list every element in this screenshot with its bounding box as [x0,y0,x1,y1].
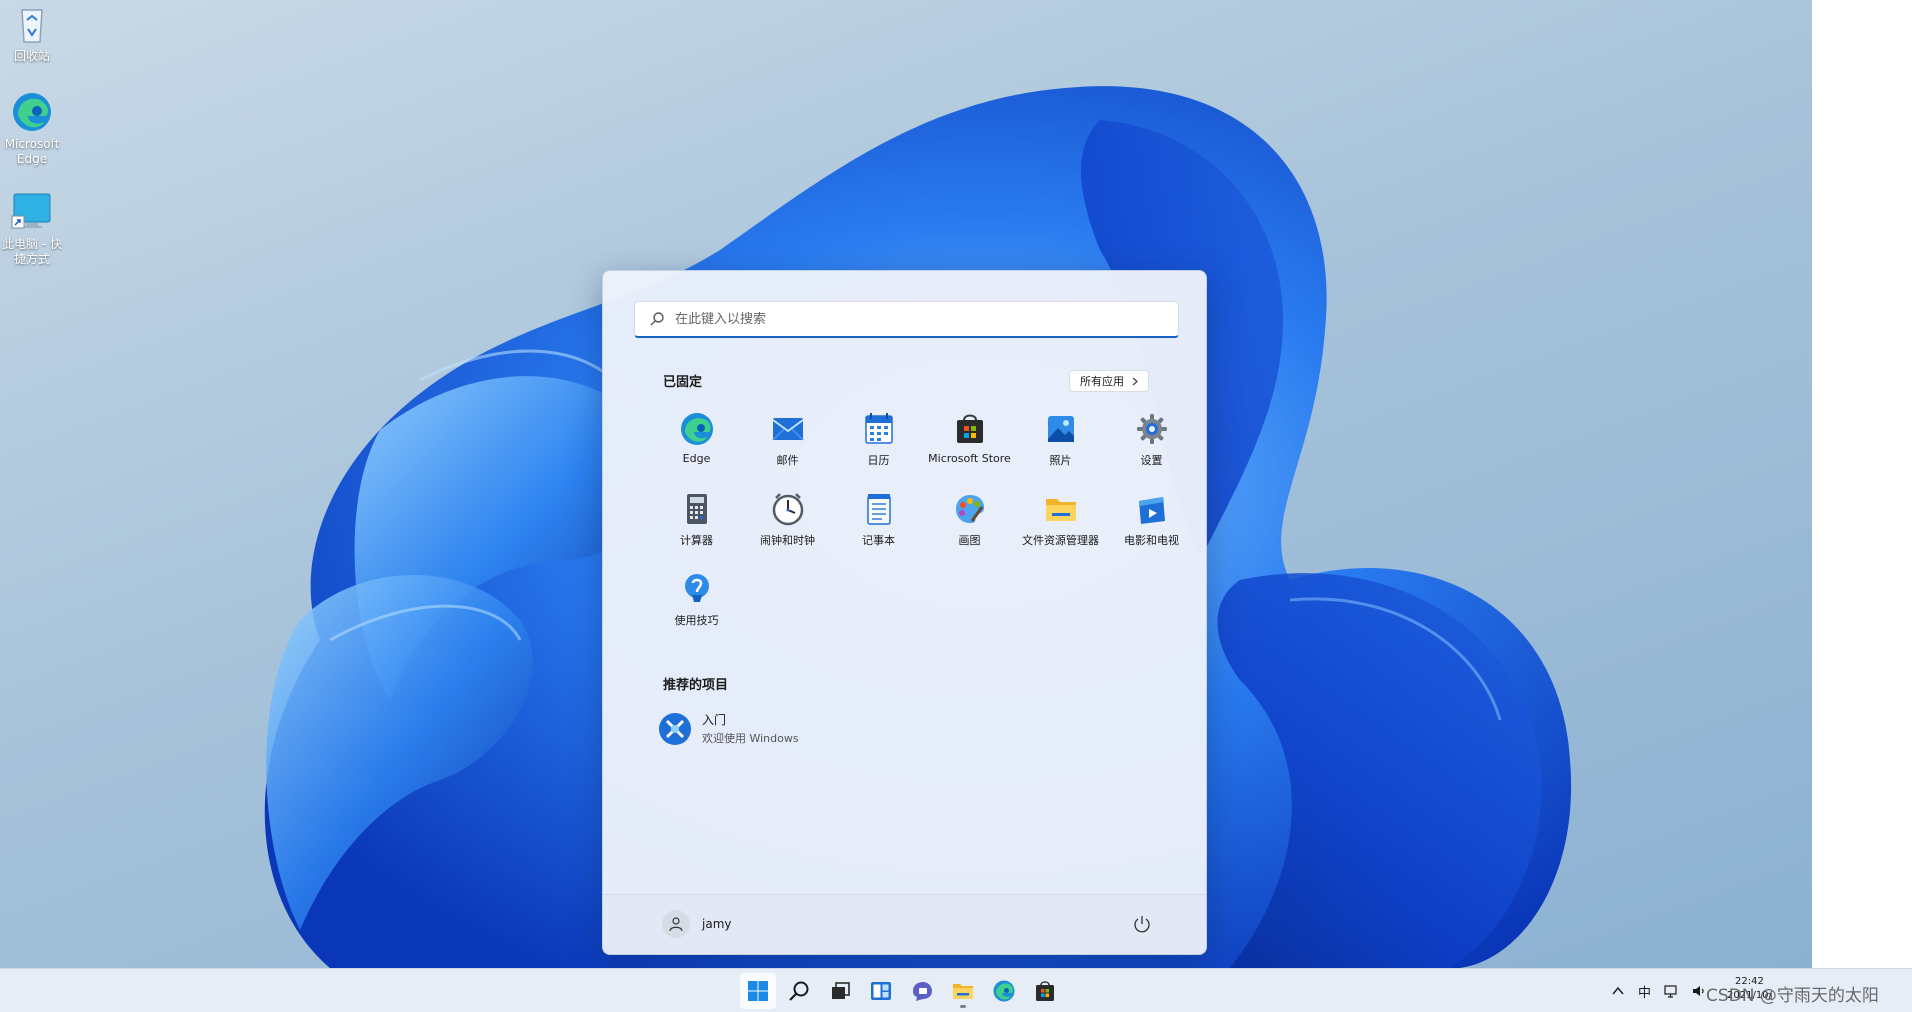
search-icon [650,312,664,326]
teams-chat-icon [913,982,932,1001]
store-icon [1036,981,1054,1001]
edge-icon [993,980,1015,1002]
file-explorer-folder-icon [953,984,973,999]
search-box[interactable] [634,301,1179,338]
alarm-clock-icon [772,493,803,526]
edge-icon [10,90,54,134]
user-name: jamy [702,917,732,931]
pinned-app-edge[interactable]: Edge [651,409,742,489]
edge-icon [680,413,713,445]
taskbar-edge-button[interactable] [986,973,1022,1009]
all-apps-label: 所有应用 [1080,375,1124,388]
taskbar-store-button[interactable] [1027,973,1063,1009]
app-label: 设置 [1140,454,1163,467]
store-icon [956,414,983,443]
pinned-section-title: 已固定 [663,375,703,390]
pinned-app-movies-tv[interactable]: 电影和电视 [1106,489,1197,569]
chevron-right-icon [1132,377,1138,385]
app-label: Edge [682,452,711,465]
chevron-up-icon[interactable] [1610,983,1626,999]
csdn-watermark: CSDN @守雨天的太阳 [1706,986,1879,1006]
taskbar-widgets-button[interactable] [863,973,899,1009]
get-started-icon [659,712,691,745]
recommended-item-title: 入门 [702,713,727,727]
search-input[interactable] [675,311,1155,327]
system-tray: 中 [1610,969,1707,1012]
search-icon [789,981,809,1001]
recycle-bin-icon [10,2,54,46]
pinned-app-mail[interactable]: 邮件 [742,409,833,489]
pinned-app-microsoft-store[interactable]: Microsoft Store [924,409,1015,489]
tips-lightbulb-icon [684,574,709,602]
user-account-button[interactable]: jamy [662,910,731,938]
desktop-icon-edge[interactable]: Microsoft Edge [0,90,64,167]
user-avatar-icon [662,910,690,938]
app-label: 计算器 [680,534,713,547]
taskbar-search-button[interactable] [781,973,817,1009]
taskbar-start-button[interactable] [740,973,776,1009]
desktop-icon-this-pc-shortcut[interactable]: 此电脑 - 快捷方式 [0,190,64,267]
recommended-item-get-started[interactable]: 入门 欢迎使用 Windows [658,711,799,746]
taskbar-chat-button[interactable] [904,973,940,1009]
taskbar-apps [740,973,1063,1009]
desktop-icon-label: 此电脑 - 快捷方式 [2,237,62,266]
app-label: Microsoft Store [928,452,1011,465]
file-explorer-folder-icon [1045,499,1076,521]
app-label: 文件资源管理器 [1022,534,1099,547]
app-label: 使用技巧 [674,614,719,627]
taskbar-task-view-button[interactable] [822,973,858,1009]
recommended-item-subtitle: 欢迎使用 Windows [702,732,799,745]
desktop-icon-label: Microsoft Edge [4,137,60,166]
task-view-icon [832,982,850,999]
ime-indicator[interactable]: 中 [1638,982,1651,1001]
app-label: 画图 [958,534,981,547]
pinned-app-notepad[interactable]: 记事本 [833,489,924,569]
photos-icon [1047,416,1074,442]
paint-palette-icon [955,495,984,524]
pinned-app-calculator[interactable]: 计算器 [651,489,742,569]
taskbar-file-explorer-button[interactable] [945,973,981,1009]
pinned-app-file-explorer[interactable]: 文件资源管理器 [1015,489,1106,569]
pinned-apps-grid: Edge 邮件 日历 Microsoft Store 照片 设置 计算器 闹钟和… [651,409,1197,649]
app-label: 电影和电视 [1124,534,1179,547]
volume-icon[interactable] [1691,983,1707,999]
start-menu: 已固定 所有应用 Edge 邮件 [602,270,1207,955]
app-label: 邮件 [776,454,799,467]
desktop-icon-recycle-bin[interactable]: 回收站 [0,2,64,64]
app-label: 日历 [867,454,890,467]
this-pc-shortcut-icon [10,190,54,234]
pinned-app-tips[interactable]: 使用技巧 [651,569,742,649]
notepad-icon [866,494,891,525]
calculator-icon [686,494,707,524]
pinned-app-photos[interactable]: 照片 [1015,409,1106,489]
app-label: 闹钟和时钟 [760,534,815,547]
pinned-app-alarms-clock[interactable]: 闹钟和时钟 [742,489,833,569]
widgets-icon [871,982,891,1000]
app-label: 照片 [1049,454,1072,467]
movies-tv-icon [1138,497,1165,524]
network-icon[interactable] [1663,983,1679,999]
windows-start-icon [748,981,768,1001]
power-icon[interactable] [1132,914,1152,934]
taskbar: 中 22:42 2021/10/ [0,968,1912,1012]
pinned-app-calendar[interactable]: 日历 [833,409,924,489]
all-apps-button[interactable]: 所有应用 [1069,370,1149,392]
desktop-icon-label: 回收站 [13,49,50,63]
pinned-app-paint[interactable]: 画图 [924,489,1015,569]
settings-gear-icon [1136,414,1167,444]
mail-icon [771,418,804,441]
recommended-section-title: 推荐的项目 [663,678,729,693]
calendar-icon [864,413,893,444]
start-menu-footer: jamy [603,894,1206,954]
pinned-app-settings[interactable]: 设置 [1106,409,1197,489]
running-indicator [960,1005,966,1008]
app-label: 记事本 [862,534,895,547]
